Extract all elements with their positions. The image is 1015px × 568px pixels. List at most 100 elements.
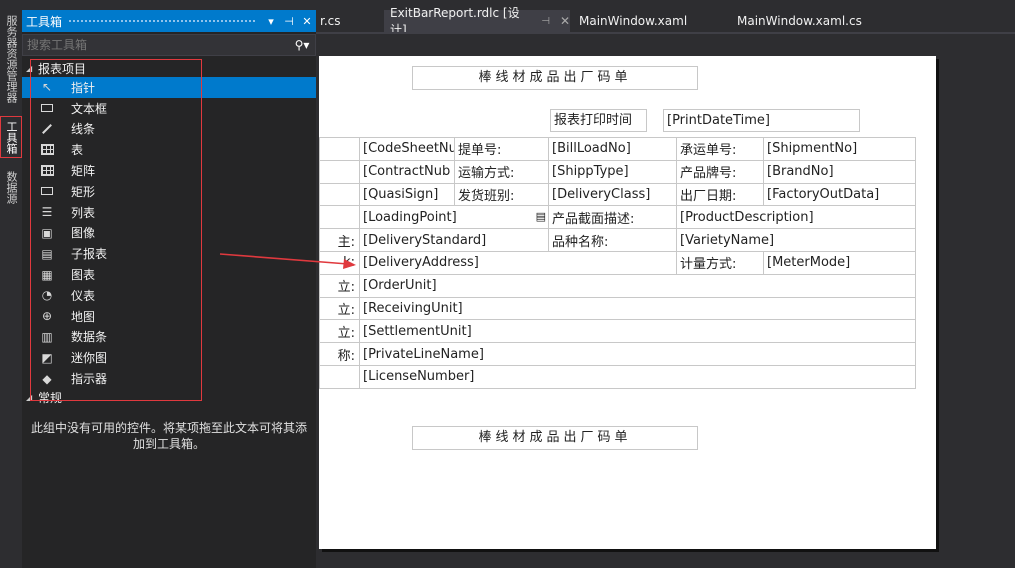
table-cell[interactable]: 出厂日期: [676, 182, 764, 207]
close-icon[interactable]: ✕ [298, 15, 316, 28]
toolbox-title-bar: 工具箱 ▾ ⊣ ✕ [22, 10, 316, 32]
table-cell[interactable]: [ShippType] [548, 159, 677, 184]
table-cell[interactable]: 发货班别: [454, 182, 549, 207]
table-cell[interactable]: [CodeSheetNu [359, 137, 455, 161]
pin-icon[interactable]: ⊣ [280, 15, 298, 28]
tool-item-label: 矩阵 [71, 164, 96, 179]
report-table[interactable]: [CodeSheetNu 提单号: [BillLoadNo] 承运单号: [Sh… [319, 137, 916, 389]
table-cell[interactable]: [SettlementUnit] [359, 319, 916, 344]
close-icon[interactable]: ✕ [560, 14, 570, 28]
report-footer-title-textbox[interactable]: 棒线材成品出厂码单 [412, 426, 698, 450]
tab-exitbarreport-design[interactable]: ExitBarReport.rdlc [设计] ⊣ ✕ [384, 6, 570, 37]
table-row: 立: [OrderUnit] [319, 273, 916, 298]
tool-item-sparkline[interactable]: ◩ 迷你图 [22, 347, 316, 368]
tool-item-label: 线条 [71, 122, 96, 137]
table-cell[interactable]: [DeliveryClass] [548, 182, 677, 207]
table-cell[interactable]: [ShipmentNo] [763, 137, 916, 161]
collapse-triangle-icon[interactable]: ◢ [26, 393, 38, 402]
tool-item-gauge[interactable]: ◔ 仪表 [22, 285, 316, 306]
tool-item-label: 仪表 [71, 288, 96, 303]
table-cell[interactable]: [DeliveryStandard] [359, 228, 549, 252]
table-cell[interactable]: [PrivateLineName] [359, 342, 916, 366]
group-header-general[interactable]: ◢ 常规 [22, 388, 316, 406]
dropdown-arrow-icon[interactable]: ▾ [262, 15, 280, 28]
table-cell[interactable]: [DeliveryAddress] [359, 250, 677, 275]
report-page[interactable]: 棒线材成品出厂码单 报表打印时间 [PrintDateTime] [CodeSh… [319, 56, 936, 549]
tool-item-map[interactable]: ⊕ 地图 [22, 306, 316, 327]
toolbox-panel: 工具箱 ▾ ⊣ ✕ ⚲▾ ◢ 报表项目 ↖ 指针 文本框 线条 表 [22, 10, 316, 568]
side-tab-server-explorer[interactable]: 服务器资源管理器 [0, 6, 22, 112]
toolbox-group-report-items: ◢ 报表项目 ↖ 指针 文本框 线条 表 矩阵 矩形 ☰ 列表 ▣ 图像 ▤ 子… [22, 59, 316, 389]
table-cell[interactable]: 承运单号: [676, 137, 764, 161]
table-cell[interactable]: 计量方式: [676, 250, 764, 275]
tool-item-rectangle[interactable]: 矩形 [22, 181, 316, 202]
table-cell[interactable]: [ContractNub [359, 159, 455, 184]
table-row: k: [DeliveryAddress] 计量方式: [MeterMode] [319, 250, 916, 275]
search-icon[interactable]: ⚲▾ [289, 38, 315, 52]
drag-grip[interactable] [68, 18, 256, 24]
table-cell[interactable] [319, 137, 360, 161]
table-row: [CodeSheetNu 提单号: [BillLoadNo] 承运单号: [Sh… [319, 137, 916, 161]
table-cell[interactable]: 立: [319, 296, 360, 321]
side-tab-toolbox[interactable]: 工具箱 [0, 116, 22, 158]
tab-mainwindow-xaml[interactable]: MainWindow.xaml [577, 10, 727, 32]
table-cell[interactable]: [ReceivingUnit] [359, 296, 916, 321]
rectangle-icon [40, 184, 54, 198]
table-cell[interactable] [319, 182, 360, 207]
table-cell[interactable]: [LoadingPoint] ▤ [359, 205, 549, 230]
matrix-icon [40, 164, 54, 178]
tab-label: MainWindow.xaml [579, 14, 688, 28]
table-row: [ContractNub 运输方式: [ShippType] 产品牌号: [Br… [319, 159, 916, 184]
print-time-label[interactable]: 报表打印时间 [550, 109, 647, 132]
tool-item-matrix[interactable]: 矩阵 [22, 160, 316, 181]
chart-icon: ▦ [41, 267, 53, 282]
table-cell[interactable]: [MeterMode] [763, 250, 916, 275]
pin-icon[interactable]: ⊣ [541, 16, 550, 27]
table-cell[interactable]: [ProductDescription] [676, 205, 916, 230]
table-cell[interactable] [319, 159, 360, 184]
tool-item-list[interactable]: ☰ 列表 [22, 202, 316, 223]
table-cell[interactable]: 产品截面描述: [548, 205, 677, 230]
tool-item-label: 数据条 [71, 330, 108, 345]
table-cell[interactable]: 产品牌号: [676, 159, 764, 184]
tool-item-label: 图像 [71, 226, 96, 241]
tool-item-pointer[interactable]: ↖ 指针 [22, 77, 316, 98]
group-label: 常规 [38, 390, 63, 405]
tool-item-label: 矩形 [71, 184, 96, 199]
toolbox-search-input[interactable] [27, 38, 289, 52]
report-title-textbox[interactable]: 棒线材成品出厂码单 [412, 66, 698, 90]
table-cell[interactable]: 立: [319, 273, 360, 298]
table-cell[interactable]: 立: [319, 319, 360, 344]
table-cell[interactable]: 提单号: [454, 137, 549, 161]
table-cell[interactable]: 品种名称: [548, 228, 677, 252]
table-cell[interactable]: [LicenseNumber] [359, 364, 916, 389]
print-time-value[interactable]: [PrintDateTime] [663, 109, 860, 132]
annotation-arrow-icon [219, 253, 356, 269]
table-cell[interactable]: 称: [319, 342, 360, 366]
tool-item-line[interactable]: 线条 [22, 119, 316, 140]
general-group-empty-text: 此组中没有可用的控件。将某项拖至此文本可将其添加到工具箱。 [30, 421, 307, 451]
table-cell[interactable]: [QuasiSign] [359, 182, 455, 207]
tab-mainwindow-xaml-cs[interactable]: MainWindow.xaml.cs [735, 10, 895, 32]
tab-cs-file[interactable]: r.cs [316, 10, 376, 32]
table-cell[interactable]: [OrderUnit] [359, 273, 916, 298]
table-cell[interactable]: [BrandNo] [763, 159, 916, 184]
table-handle-icon[interactable]: ▤ [536, 210, 546, 223]
table-cell[interactable]: [FactoryOutData] [763, 182, 916, 207]
side-tab-data-sources[interactable]: 数据源 [0, 164, 22, 210]
tool-item-indicator[interactable]: ◆ 指示器 [22, 368, 316, 389]
collapse-triangle-icon[interactable]: ◢ [26, 64, 38, 73]
table-cell[interactable] [319, 364, 360, 389]
table-cell[interactable] [319, 205, 360, 230]
table-row: [QuasiSign] 发货班别: [DeliveryClass] 出厂日期: … [319, 182, 916, 207]
table-cell[interactable]: [BillLoadNo] [548, 137, 677, 161]
subreport-icon: ▤ [41, 246, 53, 261]
pointer-icon: ↖ [41, 80, 53, 95]
tool-item-table[interactable]: 表 [22, 139, 316, 160]
tool-item-image[interactable]: ▣ 图像 [22, 223, 316, 244]
group-header-report-items[interactable]: ◢ 报表项目 [22, 59, 316, 77]
table-cell[interactable]: 运输方式: [454, 159, 549, 184]
table-cell[interactable]: [VarietyName] [676, 228, 916, 252]
tool-item-textbox[interactable]: 文本框 [22, 98, 316, 119]
tool-item-databar[interactable]: ▥ 数据条 [22, 327, 316, 348]
